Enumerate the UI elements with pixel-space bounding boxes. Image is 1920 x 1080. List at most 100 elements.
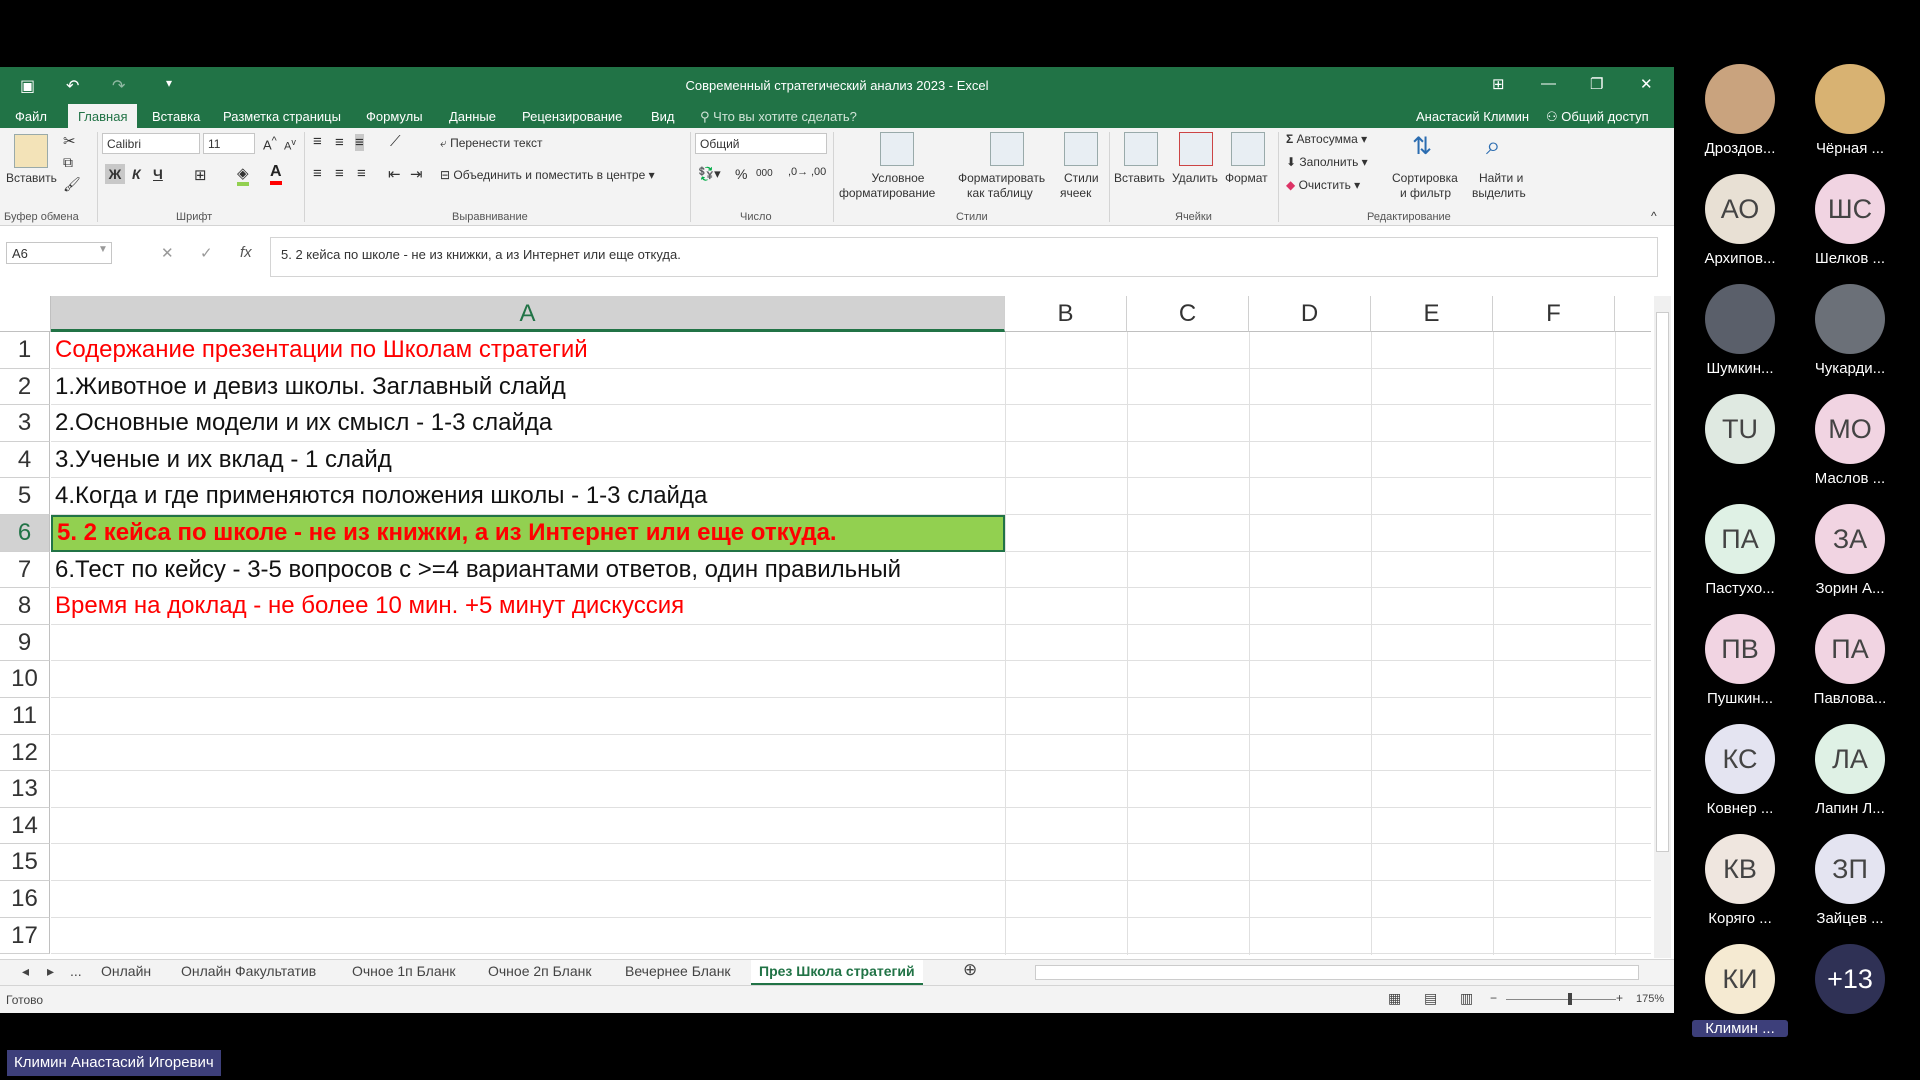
sheet-tab-online[interactable]: Онлайн (101, 963, 151, 979)
cell-a3[interactable]: 2.Основные модели и их смысл - 1-3 слайд… (51, 405, 1005, 442)
delete-cells-button[interactable]: Удалить (1172, 171, 1218, 185)
cell-a6[interactable]: 5. 2 кейса по школе - не из книжки, а из… (51, 515, 1005, 552)
fill-color-icon[interactable]: ◈ (237, 164, 249, 186)
align-right-icon[interactable]: ≡ (357, 165, 366, 182)
column-header-f[interactable]: F (1493, 296, 1615, 332)
add-sheet-icon[interactable]: ⊕ (963, 960, 977, 980)
next-sheet-icon[interactable]: ▸ (47, 963, 54, 980)
align-bottom-icon[interactable]: ≡ (355, 134, 364, 151)
user-name[interactable]: Анастасий Климин (1416, 109, 1529, 124)
cell-styles-label-2[interactable]: ячеек (1060, 186, 1091, 200)
borders-icon[interactable]: ⊞ (194, 166, 207, 184)
fill-button[interactable]: ⬇ Заполнить ▾ (1286, 155, 1368, 169)
prev-sheet-icon[interactable]: ◂ (22, 963, 29, 980)
cell-styles-icon[interactable] (1064, 132, 1098, 166)
insert-cells-button[interactable]: Вставить (1114, 171, 1165, 185)
participant-tile[interactable]: Шумкин... (1692, 284, 1788, 377)
format-as-table-icon[interactable] (990, 132, 1024, 166)
cell-a15[interactable] (51, 844, 1005, 881)
sheet-tab-online-elective[interactable]: Онлайн Факультатив (181, 963, 316, 979)
delete-cells-icon[interactable] (1179, 132, 1213, 166)
participant-tile[interactable]: +13 (1802, 944, 1898, 1020)
decrease-font-icon[interactable]: Av (284, 137, 296, 153)
increase-indent-icon[interactable]: ⇥ (410, 165, 423, 183)
zoom-slider[interactable] (1506, 999, 1616, 1000)
ribbon-display-icon[interactable]: ⊞ (1492, 75, 1505, 93)
row-header[interactable]: 7 (0, 551, 50, 589)
font-size-box[interactable]: 11 (203, 133, 255, 154)
participant-tile[interactable]: ПА Павлова... (1802, 614, 1898, 707)
participant-tile[interactable]: ЗА Зорин А... (1802, 504, 1898, 597)
decrease-decimal-icon[interactable]: ,00 (811, 166, 826, 178)
insert-function-icon[interactable]: fx (240, 244, 252, 261)
zoom-slider-thumb[interactable] (1568, 993, 1572, 1005)
row-header[interactable]: 10 (0, 661, 50, 698)
autosum-button[interactable]: Σ Автосумма ▾ (1286, 132, 1367, 146)
row-header[interactable]: 5 (0, 478, 50, 515)
row-header[interactable]: 17 (0, 917, 50, 955)
align-middle-icon[interactable]: ≡ (335, 134, 344, 151)
column-header-partial[interactable] (1615, 296, 1651, 332)
orientation-icon[interactable]: ⟋ (390, 133, 401, 150)
select-all-corner[interactable] (0, 296, 51, 332)
bold-button[interactable]: Ж (105, 164, 125, 184)
cell-a17[interactable] (51, 918, 1005, 955)
clear-button[interactable]: ◆ Очистить ▾ (1286, 178, 1360, 192)
sort-filter-label-1[interactable]: Сортировка (1392, 171, 1458, 185)
vertical-scroll-thumb[interactable] (1656, 312, 1669, 852)
cell-a13[interactable] (51, 771, 1005, 808)
cell-a4[interactable]: 3.Ученые и их вклад - 1 слайд (51, 442, 1005, 479)
row-header[interactable]: 4 (0, 441, 50, 479)
row-header[interactable]: 16 (0, 881, 50, 918)
underline-button[interactable]: Ч (153, 166, 163, 182)
cell-a11[interactable] (51, 698, 1005, 735)
row-header[interactable]: 6 (0, 515, 50, 552)
tab-insert[interactable]: Вставка (152, 109, 200, 124)
tell-me-box[interactable]: ⚲ Что вы хотите сделать? (700, 109, 857, 125)
conditional-formatting-label-1[interactable]: Условное (868, 171, 928, 185)
row-header[interactable]: 1 (0, 332, 50, 369)
copy-icon[interactable]: ⧉ (63, 154, 73, 171)
normal-view-icon[interactable]: ▦ (1388, 990, 1401, 1007)
cell-a7[interactable]: 6.Тест по кейсу - 3-5 вопросов с >=4 вар… (51, 552, 1005, 589)
participant-tile[interactable]: КВ Коряго ... (1692, 834, 1788, 927)
conditional-formatting-label-2[interactable]: форматирование (839, 186, 935, 200)
increase-font-icon[interactable]: A^ (263, 135, 277, 152)
enter-icon[interactable]: ✓ (200, 244, 213, 262)
font-color-icon[interactable]: A (270, 163, 282, 185)
horizontal-scrollbar[interactable] (1035, 965, 1639, 980)
find-select-icon[interactable]: ⌕ (1486, 130, 1501, 162)
name-box-dropdown-icon[interactable]: ▼ (98, 244, 108, 255)
row-header[interactable]: 15 (0, 844, 50, 881)
font-name-box[interactable]: Calibri (102, 133, 200, 154)
cell-a14[interactable] (51, 808, 1005, 845)
conditional-formatting-icon[interactable] (880, 132, 914, 166)
cell-a5[interactable]: 4.Когда и где применяются положения школ… (51, 478, 1005, 515)
sort-filter-icon[interactable]: ⇅ (1412, 132, 1432, 161)
align-top-icon[interactable]: ≡ (313, 133, 322, 150)
cut-icon[interactable]: ✂ (63, 132, 76, 150)
sheet-tab-more[interactable]: ... (70, 963, 82, 979)
tab-data[interactable]: Данные (449, 109, 496, 124)
sort-filter-label-2[interactable]: и фильтр (1400, 186, 1451, 200)
percent-icon[interactable]: % (735, 166, 747, 182)
vertical-scrollbar[interactable] (1654, 296, 1671, 958)
name-box[interactable]: A6 (6, 242, 112, 264)
column-header-e[interactable]: E (1371, 296, 1493, 332)
paste-icon[interactable] (14, 134, 48, 168)
participant-tile[interactable]: КИ Климин ... (1692, 944, 1788, 1037)
tab-home[interactable]: Главная (68, 104, 138, 128)
formula-input[interactable]: 5. 2 кейса по школе - не из книжки, а из… (270, 237, 1658, 277)
increase-decimal-icon[interactable]: ,0→ (788, 166, 808, 178)
format-as-table-label-2[interactable]: как таблицу (967, 186, 1033, 200)
zoom-level[interactable]: 175% (1636, 993, 1664, 1005)
row-header[interactable]: 3 (0, 405, 50, 442)
sheet-tab-fulltime-2[interactable]: Очное 2п Бланк (488, 963, 591, 979)
tab-review[interactable]: Рецензирование (522, 109, 622, 124)
format-painter-icon[interactable]: 🖌 (63, 176, 81, 193)
participant-tile[interactable]: ШС Шелков ... (1802, 174, 1898, 267)
tab-file[interactable]: Файл (15, 109, 47, 124)
collapse-ribbon-icon[interactable]: ^ (1651, 209, 1657, 223)
tab-formulas[interactable]: Формулы (366, 109, 423, 124)
participant-tile[interactable]: АО Архипов... (1692, 174, 1788, 267)
